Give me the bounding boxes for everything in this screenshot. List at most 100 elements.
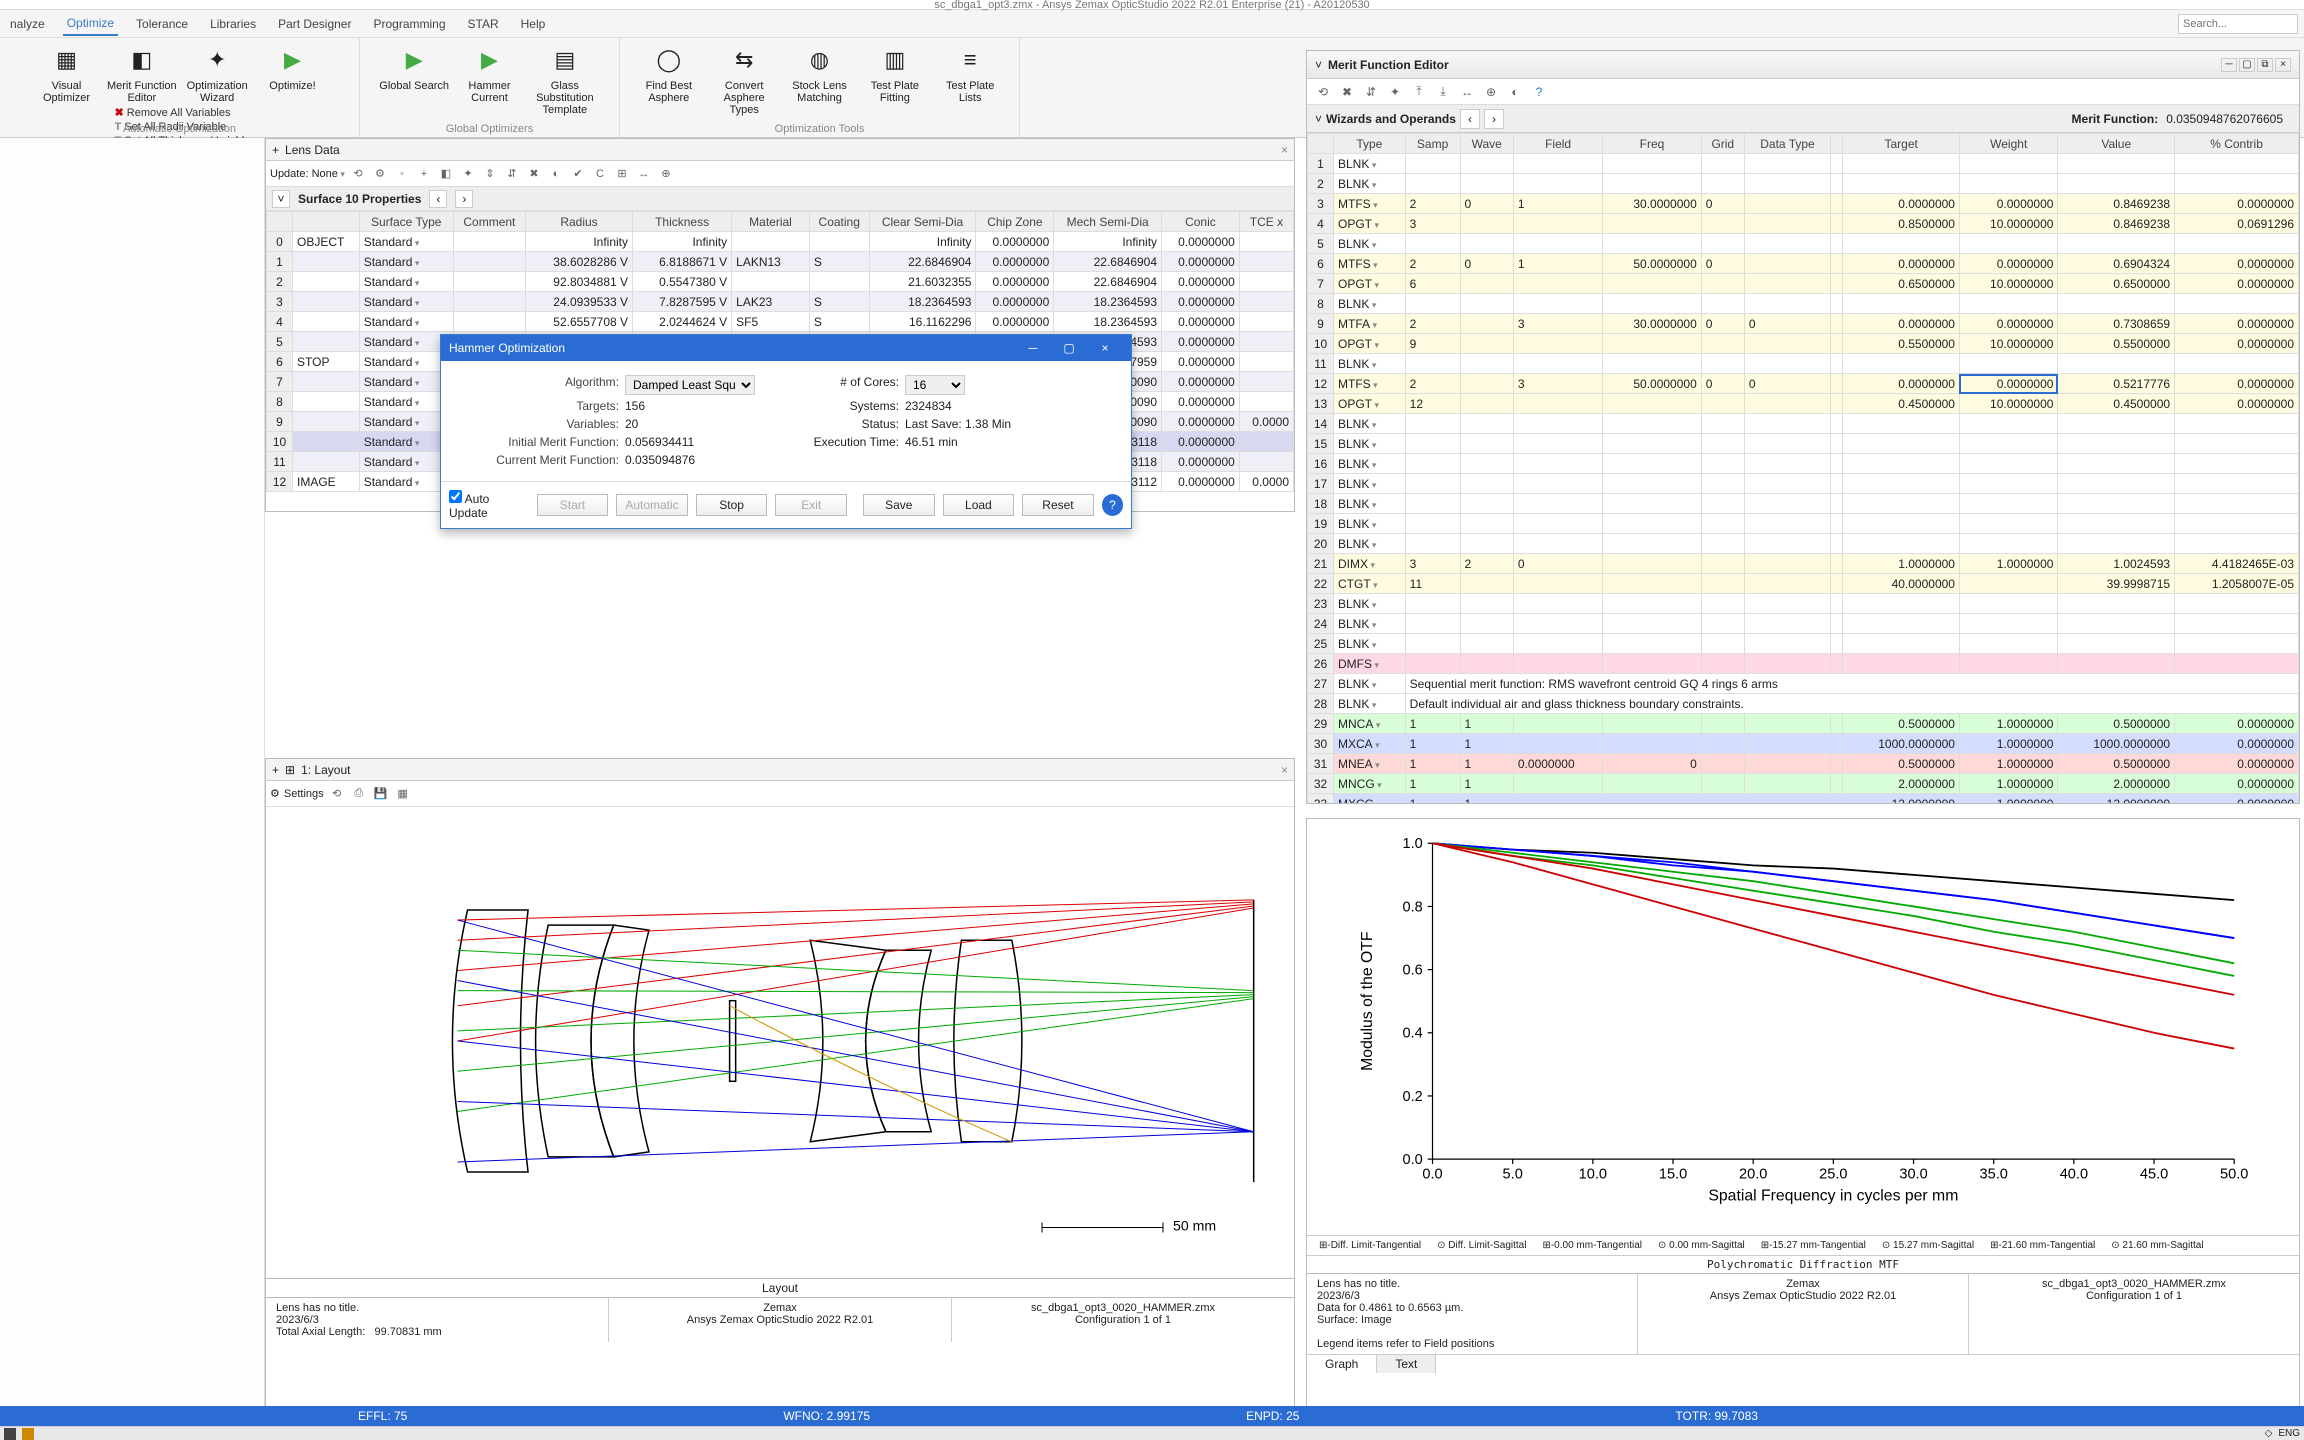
tray-symbol[interactable]: ◇ <box>2265 1428 2273 1439</box>
table-row[interactable]: 15BLNK <box>1308 434 2299 454</box>
table-row[interactable]: 2Standard92.8034881 V0.5547380 V21.60323… <box>267 272 1294 292</box>
glass-sub-button[interactable]: ▤Glass Substitution Template <box>529 42 601 116</box>
convert-asphere-button[interactable]: ⇆Convert Asphere Types <box>708 42 780 116</box>
exit-button[interactable]: Exit <box>775 494 847 516</box>
tb-icon[interactable]: ✖ <box>1337 82 1357 102</box>
table-row[interactable]: 22CTGT1140.000000039.99987151.2058007E-0… <box>1308 574 2299 594</box>
table-row[interactable]: 14BLNK <box>1308 414 2299 434</box>
tb-icon[interactable]: ◧ <box>437 165 455 183</box>
merit-function-editor-button[interactable]: ◧Merit Function Editor <box>106 42 178 104</box>
settings-button[interactable]: Settings <box>284 788 324 800</box>
table-row[interactable]: 20BLNK <box>1308 534 2299 554</box>
plus-icon[interactable]: + <box>272 143 279 157</box>
tab-star[interactable]: STAR <box>464 13 503 35</box>
tb-icon[interactable]: + <box>415 165 433 183</box>
plus-icon[interactable]: + <box>272 763 279 777</box>
lens-data-tab[interactable]: Lens Data <box>285 143 340 157</box>
tab-analyze[interactable]: nalyze <box>6 13 49 35</box>
table-row[interactable]: 3Standard24.0939533 V7.8287595 VLAK23S18… <box>267 292 1294 312</box>
reset-button[interactable]: Reset <box>1022 494 1094 516</box>
taskbar-icon[interactable] <box>4 1428 16 1440</box>
tb-icon[interactable]: ⇵ <box>1361 82 1381 102</box>
tb-icon[interactable]: 💾 <box>372 785 390 803</box>
tb-icon[interactable]: ◦ <box>393 165 411 183</box>
close-icon[interactable]: × <box>1281 143 1288 157</box>
tb-icon[interactable]: ↔ <box>635 165 653 183</box>
table-row[interactable]: 17BLNK <box>1308 474 2299 494</box>
table-row[interactable]: 30MXCA111000.00000001.00000001000.000000… <box>1308 734 2299 754</box>
tb-icon[interactable]: ⇕ <box>481 165 499 183</box>
test-plate-fitting-button[interactable]: ▥Test Plate Fitting <box>859 42 931 104</box>
cores-select[interactable]: 16 <box>905 375 965 395</box>
tab-help[interactable]: Help <box>517 13 550 35</box>
table-row[interactable]: 25BLNK <box>1308 634 2299 654</box>
mtf-tab-text[interactable]: Text <box>1377 1355 1436 1373</box>
algorithm-select[interactable]: Damped Least Squares <box>625 375 755 395</box>
table-row[interactable]: 24BLNK <box>1308 614 2299 634</box>
optimize-button[interactable]: ▶Optimize! <box>257 42 329 92</box>
tb-icon[interactable]: ⊕ <box>1481 82 1501 102</box>
table-row[interactable]: 31MNEA110.000000000.50000001.00000000.50… <box>1308 754 2299 774</box>
visual-optimizer-button[interactable]: ▦Visual Optimizer <box>30 42 102 104</box>
tb-icon[interactable]: ⟲ <box>1313 82 1333 102</box>
tb-icon[interactable]: C <box>591 165 609 183</box>
prev-icon[interactable]: ‹ <box>429 190 447 208</box>
table-row[interactable]: 13OPGT120.450000010.00000000.45000000.00… <box>1308 394 2299 414</box>
tb-icon[interactable]: ⟲ <box>349 165 367 183</box>
tb-icon[interactable]: ✔ <box>569 165 587 183</box>
tb-icon[interactable]: ⟲ <box>328 785 346 803</box>
table-row[interactable]: 19BLNK <box>1308 514 2299 534</box>
tab-optimize[interactable]: Optimize <box>63 12 118 36</box>
next-icon[interactable]: › <box>1484 109 1504 129</box>
table-row[interactable]: 10OPGT90.550000010.00000000.55000000.000… <box>1308 334 2299 354</box>
popout-icon[interactable]: ⧉ <box>2257 58 2273 72</box>
layout-tab[interactable]: 1: Layout <box>301 763 350 777</box>
table-row[interactable]: 33MXCG1112.00000001.000000012.00000000.0… <box>1308 794 2299 804</box>
table-row[interactable]: 4Standard52.6557708 V2.0244624 VSF5S16.1… <box>267 312 1294 332</box>
table-row[interactable]: 18BLNK <box>1308 494 2299 514</box>
table-row[interactable]: 3MTFS20130.000000000.00000000.00000000.8… <box>1308 194 2299 214</box>
stop-button[interactable]: Stop <box>696 494 768 516</box>
tb-icon[interactable]: ⤓ <box>1433 82 1453 102</box>
next-icon[interactable]: › <box>455 190 473 208</box>
table-row[interactable]: 2BLNK <box>1308 174 2299 194</box>
tab-tolerance[interactable]: Tolerance <box>132 13 192 35</box>
hammer-current-button[interactable]: ▶Hammer Current <box>454 42 526 104</box>
taskbar-icon[interactable] <box>22 1428 34 1440</box>
table-row[interactable]: 28BLNKDefault individual air and glass t… <box>1308 694 2299 714</box>
load-button[interactable]: Load <box>943 494 1015 516</box>
tb-icon[interactable]: ⇵ <box>503 165 521 183</box>
prev-icon[interactable]: ‹ <box>1460 109 1480 129</box>
table-row[interactable]: 6MTFS20150.000000000.00000000.00000000.6… <box>1308 254 2299 274</box>
global-search-button[interactable]: ▶Global Search <box>378 42 450 92</box>
table-row[interactable]: 1BLNK <box>1308 154 2299 174</box>
tab-part-designer[interactable]: Part Designer <box>274 13 355 35</box>
stock-lens-button[interactable]: ◍Stock Lens Matching <box>784 42 856 104</box>
maximize-icon[interactable]: ▢ <box>2239 58 2255 72</box>
table-row[interactable]: 11BLNK <box>1308 354 2299 374</box>
mtf-tab-graph[interactable]: Graph <box>1307 1355 1377 1373</box>
remove-all-variables[interactable]: ✖Remove All Variables <box>115 106 251 119</box>
start-button[interactable]: Start <box>537 494 609 516</box>
table-row[interactable]: 26DMFS <box>1308 654 2299 674</box>
tb-icon[interactable]: ✦ <box>459 165 477 183</box>
tab-libraries[interactable]: Libraries <box>206 13 260 35</box>
tb-icon[interactable]: ⊞ <box>613 165 631 183</box>
auto-update-checkbox[interactable]: Auto Update <box>449 490 529 520</box>
close-icon[interactable]: × <box>1281 763 1288 777</box>
help-icon[interactable]: ? <box>1529 82 1549 102</box>
table-row[interactable]: 29MNCA110.50000001.00000000.50000000.000… <box>1308 714 2299 734</box>
table-row[interactable]: 4OPGT30.850000010.00000000.84692380.0691… <box>1308 214 2299 234</box>
help-icon[interactable]: ? <box>1102 494 1123 516</box>
close-icon[interactable]: × <box>1087 335 1123 361</box>
lang-indicator[interactable]: ENG <box>2278 1428 2300 1439</box>
table-row[interactable]: 9MTFA2330.0000000000.00000000.00000000.7… <box>1308 314 2299 334</box>
expand-icon[interactable]: ˅ <box>272 190 290 208</box>
tb-icon[interactable]: ◐ <box>1505 82 1525 102</box>
tb-icon[interactable]: ✖ <box>525 165 543 183</box>
table-row[interactable]: 23BLNK <box>1308 594 2299 614</box>
find-best-asphere-button[interactable]: ◯Find Best Asphere <box>633 42 705 104</box>
expand-icon[interactable]: ˅ <box>1315 112 1322 126</box>
tb-icon[interactable]: ↔ <box>1457 82 1477 102</box>
tab-programming[interactable]: Programming <box>369 13 449 35</box>
